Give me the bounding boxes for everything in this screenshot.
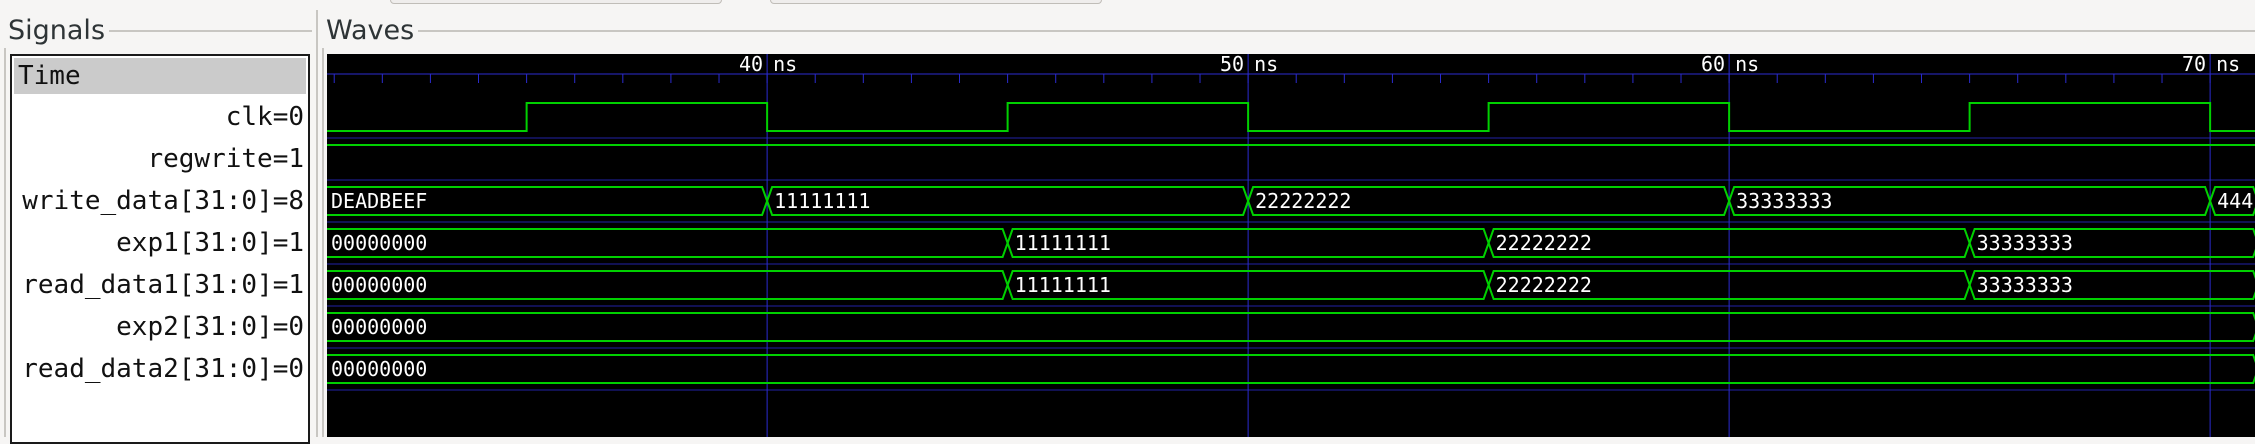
time-tick-label: 60 <box>1701 54 1725 76</box>
clk-waveform <box>327 102 2255 132</box>
read-data2-value-label: 00000000 <box>331 357 427 381</box>
time-tick-unit: ns <box>2216 54 2240 76</box>
signal-row-exp2[interactable]: exp2[31:0]=0 <box>116 309 304 345</box>
exp1-value-label: 00000000 <box>331 231 427 255</box>
signal-row-clk[interactable]: clk=0 <box>226 99 304 135</box>
time-tick-label: 40 <box>739 54 763 76</box>
exp1-value-label: 22222222 <box>1496 231 1592 255</box>
write-data-value-label: 33333333 <box>1736 189 1832 213</box>
time-tick-label: 50 <box>1220 54 1244 76</box>
signals-list[interactable]: Time clk=0 regwrite=1 write_data[31:0]=8… <box>10 54 310 444</box>
toolbar-button-right[interactable] <box>770 0 1102 4</box>
signals-title: Signals <box>4 14 110 48</box>
exp2-segment <box>327 312 2255 342</box>
waves-frame-left <box>322 30 324 437</box>
exp1-segment <box>327 228 1009 258</box>
waveform-canvas[interactable]: 40 ns 50 ns 60 ns 70 ns DEADBEEF 11111111 22222222… <box>327 54 2255 437</box>
signal-row-exp1[interactable]: exp1[31:0]=1 <box>116 225 304 261</box>
waves-title: Waves <box>322 14 419 48</box>
read-data2-segment <box>327 354 2255 384</box>
write-data-value-label: 22222222 <box>1255 189 1351 213</box>
signal-row-regwrite[interactable]: regwrite=1 <box>147 141 304 177</box>
write-data-value-label: 444 <box>2217 189 2253 213</box>
time-tick-unit: ns <box>773 54 797 76</box>
signals-frame-left <box>4 30 6 437</box>
waves-viewer[interactable]: 40 ns 50 ns 60 ns 70 ns DEADBEEF 11111111 22222222… <box>327 54 2255 437</box>
waves-frame-top <box>322 30 2255 32</box>
exp2-value-label: 00000000 <box>331 315 427 339</box>
exp1-value-label: 33333333 <box>1977 231 2073 255</box>
read-data1-value-label: 22222222 <box>1496 273 1592 297</box>
read-data1-value-label: 33333333 <box>1977 273 2073 297</box>
signal-row-read-data2[interactable]: read_data2[31:0]=0 <box>22 351 304 387</box>
write-data-value-label: 11111111 <box>774 189 870 213</box>
time-tick-unit: ns <box>1254 54 1278 76</box>
time-tick-label: 70 <box>2182 54 2206 76</box>
time-tick-unit: ns <box>1735 54 1759 76</box>
read-data1-value-label: 11111111 <box>1015 273 1111 297</box>
read-data1-value-label: 00000000 <box>331 273 427 297</box>
signal-row-write-data[interactable]: write_data[31:0]=8 <box>22 183 304 219</box>
signal-row-read-data1[interactable]: read_data1[31:0]=1 <box>22 267 304 303</box>
time-header[interactable]: Time <box>14 58 306 94</box>
pane-divider[interactable] <box>316 10 318 437</box>
exp1-value-label: 11111111 <box>1015 231 1111 255</box>
read-data1-segment <box>327 270 1009 300</box>
toolbar-button-left[interactable] <box>390 0 722 4</box>
write-data-value-label: DEADBEEF <box>331 189 427 213</box>
